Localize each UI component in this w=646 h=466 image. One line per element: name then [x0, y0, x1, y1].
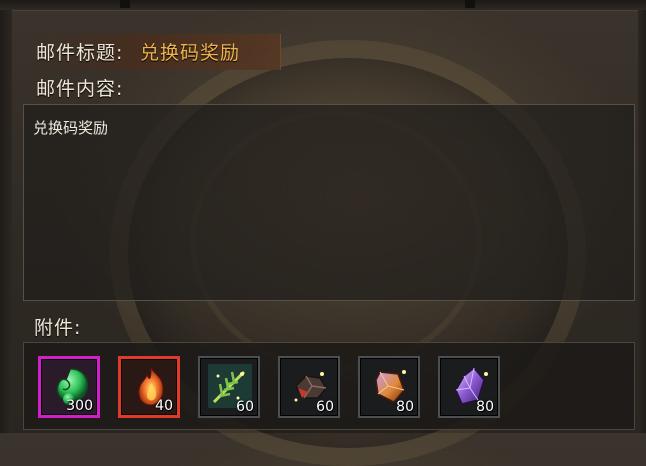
- attachment-count: 60: [236, 399, 254, 415]
- attachment-slot[interactable]: 40: [118, 356, 180, 418]
- left-frame: [0, 10, 12, 433]
- attachment-slot[interactable]: 80: [358, 356, 420, 418]
- attachments-label: 附件:: [34, 317, 82, 339]
- mail-title-label: 邮件标题:: [36, 42, 124, 64]
- mail-content-label: 邮件内容:: [36, 78, 124, 100]
- attachment-count: 80: [396, 399, 414, 415]
- mail-content-box: 兑换码奖励: [23, 104, 635, 301]
- frame-notch: [120, 0, 130, 8]
- attachment-slot[interactable]: 300: [38, 356, 100, 418]
- attachment-count: 80: [476, 399, 494, 415]
- right-frame: [638, 10, 646, 433]
- top-frame: [0, 0, 646, 11]
- attachment-count: 60: [316, 399, 334, 415]
- attachment-slot[interactable]: 60: [278, 356, 340, 418]
- frame-notch: [465, 0, 475, 8]
- attachment-count: 300: [66, 398, 93, 414]
- attachment-slot[interactable]: 80: [438, 356, 500, 418]
- mail-title-value: 兑换码奖励: [140, 42, 241, 64]
- mail-content-text: 兑换码奖励: [33, 119, 109, 137]
- attachment-slot[interactable]: 60: [198, 356, 260, 418]
- attachment-count: 40: [155, 398, 173, 414]
